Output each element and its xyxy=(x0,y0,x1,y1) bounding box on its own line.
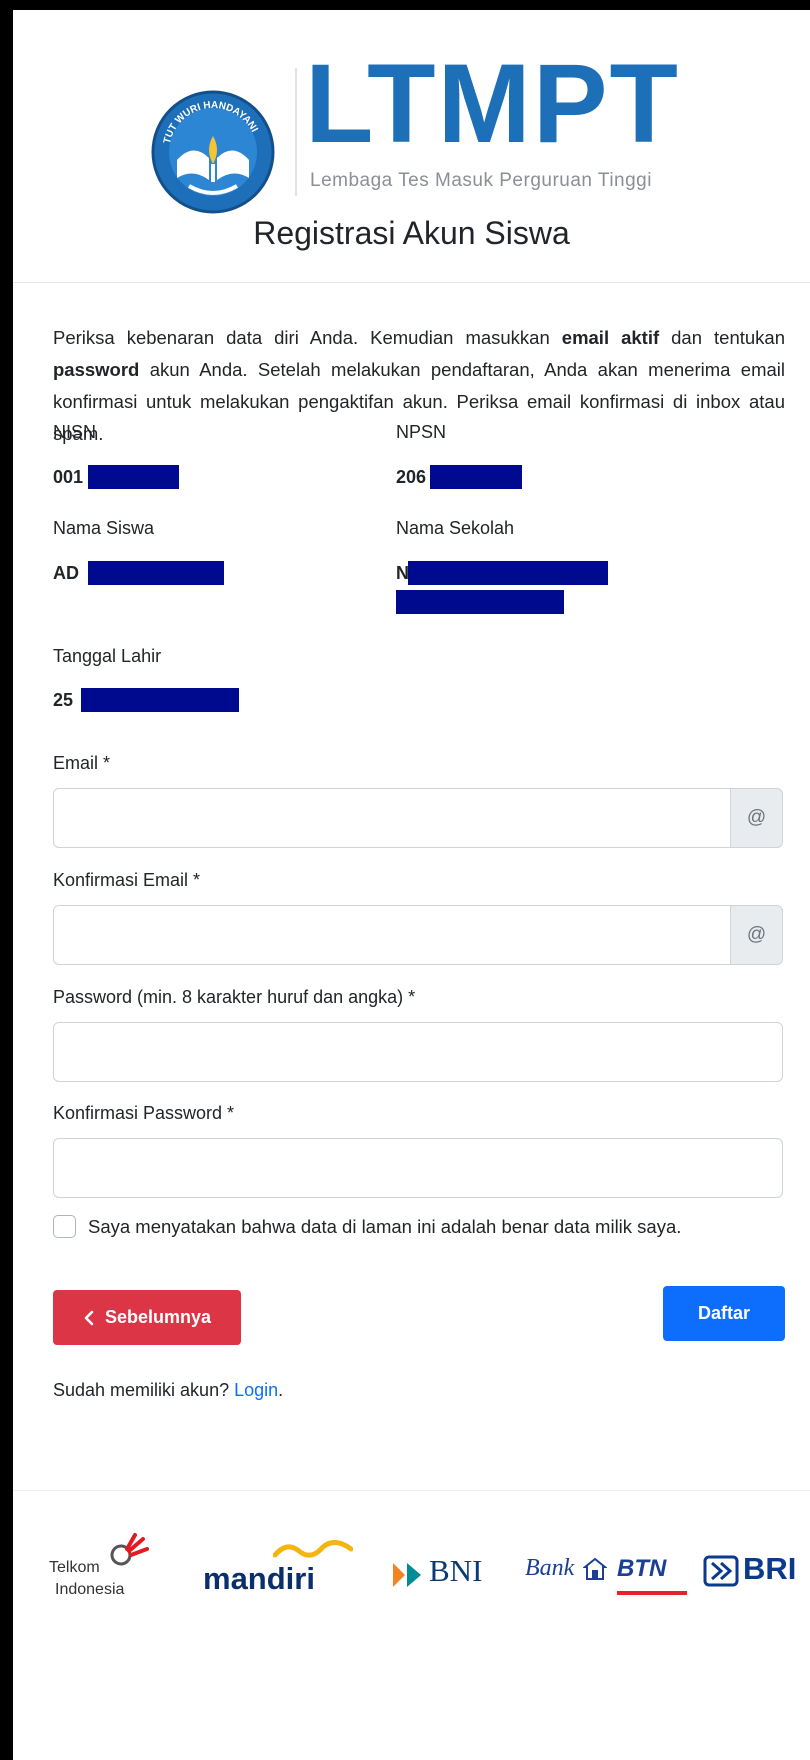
confirm-password-label: Konfirmasi Password * xyxy=(53,1103,235,1123)
telkom-text-2: Indonesia xyxy=(55,1581,125,1598)
birth-date-value: 25 xyxy=(53,690,74,710)
npsn-label: NPSN xyxy=(396,422,447,442)
at-sign-icon: @ xyxy=(731,788,783,848)
partner-logos: Telkom Indonesia mandiri BNI Bank BTN BR… xyxy=(13,1490,810,1760)
telkom-logo: Telkom Indonesia xyxy=(49,1531,169,1603)
password-input[interactable] xyxy=(53,1022,783,1082)
confirm-email-input[interactable] xyxy=(53,905,731,965)
previous-button-label: Sebelumnya xyxy=(104,1307,212,1327)
npsn-redaction xyxy=(430,465,522,489)
bni-text: BNI xyxy=(429,1553,483,1588)
telkom-text-1: Telkom xyxy=(49,1559,100,1576)
login-prompt-text: Sudah memiliki akun? xyxy=(53,1380,235,1400)
mandiri-logo: mandiri xyxy=(203,1539,363,1599)
login-prompt: Sudah memiliki akun? Login. xyxy=(53,1380,283,1401)
student-name-label: Nama Siswa xyxy=(53,518,155,538)
previous-button[interactable]: Sebelumnya xyxy=(53,1290,241,1345)
btn-house-icon xyxy=(583,1557,607,1580)
tut-wuri-handayani-emblem-icon: TUT WURI HANDAYANI xyxy=(151,90,275,214)
birth-date-redaction xyxy=(81,688,239,712)
register-button[interactable]: Daftar xyxy=(663,1286,785,1341)
btn-logo: Bank BTN xyxy=(525,1551,695,1601)
agreement-row: Saya menyatakan bahwa data di laman ini … xyxy=(53,1215,681,1238)
confirm-email-input-group: @ xyxy=(53,905,783,965)
school-name-redaction-line2 xyxy=(396,590,564,614)
mandiri-text: mandiri xyxy=(203,1561,315,1596)
email-input[interactable] xyxy=(53,788,731,848)
brand-name: LTMPT xyxy=(305,41,680,166)
confirm-password-input[interactable] xyxy=(53,1138,783,1198)
student-name-redaction xyxy=(88,561,224,585)
page-header: TUT WURI HANDAYANI LTMPT Lembaga Tes Mas… xyxy=(13,10,810,283)
login-link[interactable]: Login xyxy=(234,1380,278,1400)
btn-underline-icon xyxy=(617,1591,687,1595)
password-input-group xyxy=(53,1022,783,1082)
nisn-value: 001 xyxy=(53,467,84,487)
btn-bank-text: Bank xyxy=(525,1555,575,1581)
bni-mark-icon xyxy=(393,1563,421,1587)
bri-mark-icon xyxy=(703,1555,739,1587)
school-name-redaction xyxy=(408,561,608,585)
birth-date-label: Tanggal Lahir xyxy=(53,646,162,666)
confirm-password-input-group xyxy=(53,1138,783,1198)
mandiri-wave-icon xyxy=(273,1540,353,1558)
nisn-redaction xyxy=(88,465,179,489)
school-name-label: Nama Sekolah xyxy=(396,518,515,538)
btn-name-text: BTN xyxy=(617,1555,667,1582)
window-frame: TUT WURI HANDAYANI LTMPT Lembaga Tes Mas… xyxy=(0,0,810,1760)
agreement-checkbox[interactable] xyxy=(53,1215,76,1238)
student-name-value: AD xyxy=(53,563,79,583)
npsn-value: 206 xyxy=(396,467,427,487)
email-input-group: @ xyxy=(53,788,783,848)
agreement-label: Saya menyatakan bahwa data di laman ini … xyxy=(88,1215,682,1237)
chevron-left-icon xyxy=(84,1310,94,1325)
email-label: Email * xyxy=(53,753,111,773)
nisn-label: NISN xyxy=(53,422,97,442)
brand-divider xyxy=(295,68,297,196)
password-label: Password (min. 8 karakter huruf dan angk… xyxy=(53,987,416,1007)
at-sign-icon: @ xyxy=(731,905,783,965)
registration-card: TUT WURI HANDAYANI LTMPT Lembaga Tes Mas… xyxy=(13,10,810,1760)
confirm-email-label: Konfirmasi Email * xyxy=(53,870,201,890)
page-title: Registrasi Akun Siswa xyxy=(253,215,570,251)
bri-text: BRI xyxy=(743,1551,797,1586)
login-prompt-suffix: . xyxy=(278,1380,284,1400)
brand-tagline: Lembaga Tes Masuk Perguruan Tinggi xyxy=(310,170,652,191)
telkom-mark-icon xyxy=(110,1533,149,1566)
